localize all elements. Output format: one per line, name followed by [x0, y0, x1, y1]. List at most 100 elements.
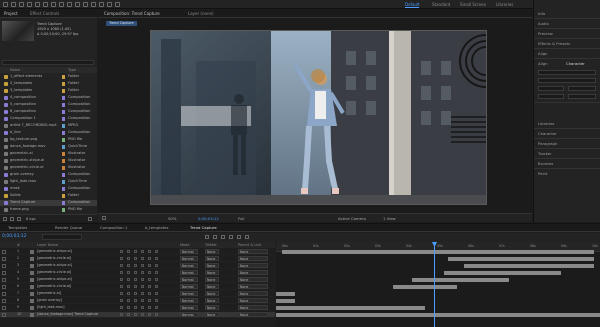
camera-select[interactable]: Active Camera	[338, 216, 366, 221]
blend-mode-select[interactable]: Normal	[180, 277, 198, 282]
type-tool-icon[interactable]	[75, 2, 80, 7]
panel-paint[interactable]: Paint	[538, 171, 547, 176]
layer-switch-toggle[interactable]	[148, 306, 151, 309]
layer-switch-toggle[interactable]	[141, 250, 144, 253]
motion-blur-icon[interactable]	[237, 235, 241, 239]
font-style-select[interactable]	[538, 78, 596, 83]
layer-switch-toggle[interactable]	[120, 292, 123, 295]
layer-switch-toggle[interactable]	[155, 313, 158, 316]
blend-mode-select[interactable]: Normal	[180, 256, 198, 261]
panel-paragraph[interactable]: Paragraph	[538, 141, 557, 146]
layer-switch-toggle[interactable]	[134, 271, 137, 274]
timeline-layer-row[interactable]: 4 [geometric-circle.ai] Normal None None	[0, 270, 275, 276]
timeline-track-area[interactable]: 00s 01s 02s 03s 04s 05s 06s 07s 08s 09s 10s	[276, 242, 600, 327]
label-color-swatch[interactable]	[62, 173, 65, 177]
layer-switch-toggle[interactable]	[155, 292, 158, 295]
parent-select[interactable]: None	[238, 263, 268, 268]
layer-switch-toggle[interactable]	[134, 313, 137, 316]
always-preview-icon[interactable]	[102, 216, 106, 220]
timeline-layer-row[interactable]: 3 [geometric-stripe.ai] Normal None None	[0, 263, 275, 269]
parent-select[interactable]: None	[238, 270, 268, 275]
label-color-swatch[interactable]	[62, 103, 65, 107]
track-matte-select[interactable]: None	[205, 277, 219, 282]
comp-flowchart-icon[interactable]	[205, 235, 209, 239]
workspace-libraries[interactable]: Libraries	[496, 2, 513, 7]
layer-switch-toggle[interactable]	[127, 313, 130, 316]
pan-behind-tool-icon[interactable]	[51, 2, 56, 7]
layer-search-input[interactable]	[42, 234, 82, 240]
layer-duration-bar[interactable]	[276, 306, 426, 310]
hand-tool-icon[interactable]	[19, 2, 24, 7]
track-matte-select[interactable]: None	[205, 298, 219, 303]
project-item[interactable]: light_leak.mov QuickTime	[0, 179, 97, 185]
timeline-layer-row[interactable]: 9 [light_leak.mov] Normal None None	[0, 305, 275, 311]
parent-select[interactable]: None	[238, 284, 268, 289]
column-layer-name[interactable]: Layer Name	[37, 243, 58, 247]
blend-mode-select[interactable]: Normal	[180, 305, 198, 310]
layer-switch-toggle[interactable]	[148, 271, 151, 274]
parent-select[interactable]: None	[238, 256, 268, 261]
layer-name[interactable]: [geometric-circle.ai]	[37, 256, 115, 260]
project-item[interactable]: 6_composition Composition	[0, 109, 97, 115]
label-color-swatch[interactable]	[62, 180, 65, 184]
project-item[interactable]: 5_composition Composition	[0, 102, 97, 108]
layer-duration-bar[interactable]	[276, 313, 600, 317]
label-color-swatch[interactable]	[62, 117, 65, 121]
interpret-footage-icon[interactable]	[3, 217, 7, 221]
layer-switch-toggle[interactable]	[155, 299, 158, 302]
visibility-eye-icon[interactable]	[2, 313, 6, 317]
clone-tool-icon[interactable]	[91, 2, 96, 7]
visibility-eye-icon[interactable]	[2, 292, 6, 296]
panel-effects-presets[interactable]: Effects & Presets	[538, 41, 570, 46]
label-color-swatch[interactable]	[62, 201, 65, 205]
layer-switch-toggle[interactable]	[148, 278, 151, 281]
column-type[interactable]: Type	[68, 68, 76, 72]
layer-switch-toggle[interactable]	[134, 306, 137, 309]
layer-switch-toggle[interactable]	[134, 299, 137, 302]
layer-name[interactable]: [geometric-stripe.ai]	[37, 249, 115, 253]
project-item[interactable]: frame.png PNG file	[0, 207, 97, 213]
parent-select[interactable]: None	[238, 277, 268, 282]
layer-switch-toggle[interactable]	[155, 306, 158, 309]
timeline-layer-row[interactable]: 10 [dance_footage.mov] Trend Capture Norma…	[0, 312, 275, 318]
layer-switch-toggle[interactable]	[127, 299, 130, 302]
panel-audio[interactable]: Audio	[538, 21, 549, 26]
layer-switch-toggle[interactable]	[155, 285, 158, 288]
home-icon[interactable]	[3, 2, 8, 7]
layer-switch-toggle[interactable]	[127, 264, 130, 267]
label-color-swatch[interactable]	[62, 194, 65, 198]
project-item[interactable]: dance_footage.mov QuickTime	[0, 144, 97, 150]
label-color-swatch[interactable]	[62, 152, 65, 156]
layer-switch-toggle[interactable]	[120, 271, 123, 274]
parent-select[interactable]: None	[238, 291, 268, 296]
visibility-eye-icon[interactable]	[2, 285, 6, 289]
project-item[interactable]: Solids Folder	[0, 193, 97, 199]
visibility-eye-icon[interactable]	[2, 257, 6, 261]
project-item[interactable]: geometric.ai Illustrator	[0, 151, 97, 157]
tab-trend-capture[interactable]: Trend Capture	[190, 225, 217, 230]
draft-3d-icon[interactable]	[213, 235, 217, 239]
panel-brushes[interactable]: Brushes	[538, 161, 553, 166]
layer-duration-bar[interactable]	[412, 278, 510, 282]
layer-switch-toggle[interactable]	[148, 292, 151, 295]
timeline-layer-row[interactable]: 7 [geometric.ai] Normal None None	[0, 291, 275, 297]
font-family-select[interactable]	[538, 70, 596, 75]
project-item[interactable]: b_line Composition	[0, 130, 97, 136]
layer-switch-toggle[interactable]	[148, 257, 151, 260]
track-matte-select[interactable]: None	[205, 312, 219, 317]
layer-switch-toggle[interactable]	[120, 264, 123, 267]
workspace-standard[interactable]: Standard	[432, 2, 450, 7]
layer-switch-toggle[interactable]	[127, 250, 130, 253]
layer-switch-toggle[interactable]	[141, 292, 144, 295]
parent-select[interactable]: None	[238, 298, 268, 303]
label-color-swatch[interactable]	[62, 124, 65, 128]
layer-switch-toggle[interactable]	[120, 313, 123, 316]
label-color-swatch[interactable]	[62, 131, 65, 135]
visibility-eye-icon[interactable]	[2, 299, 6, 303]
panel-tracker[interactable]: Tracker	[538, 151, 552, 156]
panel-info[interactable]: Info	[538, 11, 545, 16]
visibility-eye-icon[interactable]	[2, 306, 6, 310]
layer-switch-toggle[interactable]	[120, 250, 123, 253]
project-item[interactable]: bg_texture.png PNG file	[0, 137, 97, 143]
layer-switch-toggle[interactable]	[155, 264, 158, 267]
